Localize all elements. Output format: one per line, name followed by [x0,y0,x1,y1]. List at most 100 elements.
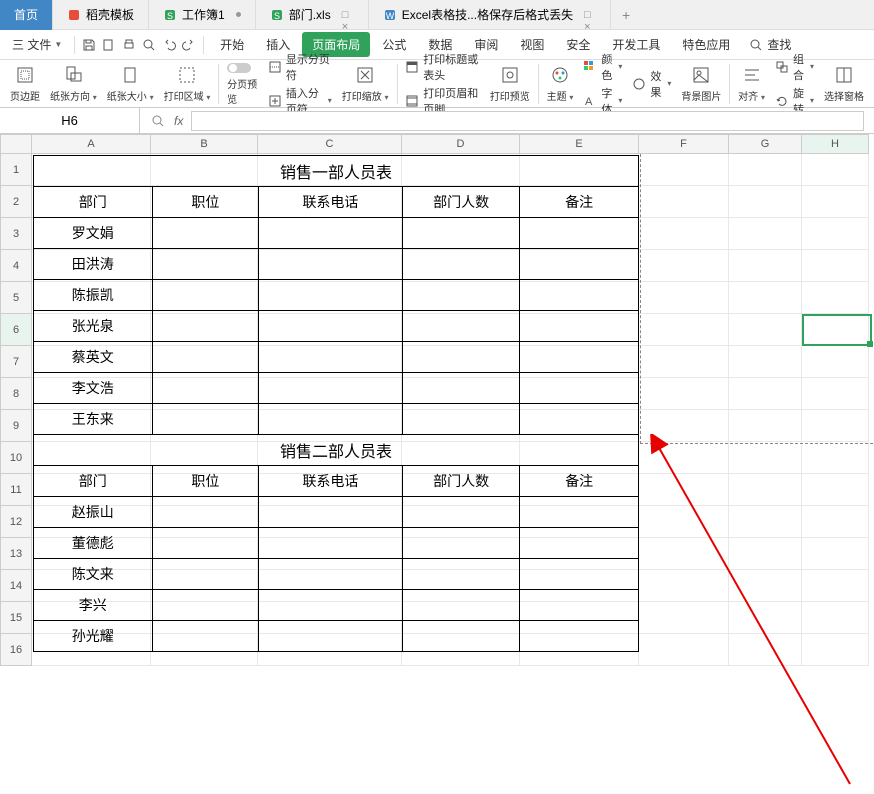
cell[interactable] [520,249,639,280]
cell[interactable] [259,404,403,435]
themes-button[interactable]: 主题 ▾ [543,62,578,105]
cell[interactable] [520,559,639,590]
cell[interactable] [520,280,639,311]
new-icon[interactable] [101,37,117,53]
th-note[interactable]: 备注 [520,466,639,497]
cell[interactable] [259,249,403,280]
grid-cell[interactable] [729,474,802,506]
size-button[interactable]: 纸张大小 ▾ [103,62,158,105]
grid-cell[interactable] [729,634,802,666]
row-header-12[interactable]: 12 [0,506,32,538]
print-preview-button[interactable]: 打印预览 [486,62,534,105]
row-header-8[interactable]: 8 [0,378,32,410]
th-pos[interactable]: 职位 [152,466,259,497]
grid-cell[interactable] [639,218,729,250]
cell[interactable] [520,218,639,249]
cell[interactable] [402,280,520,311]
grid-cell[interactable] [639,410,729,442]
grid-cell[interactable] [639,602,729,634]
file-menu[interactable]: 三 文件▼ [6,32,68,57]
cell[interactable] [259,218,403,249]
grid-cell[interactable] [729,186,802,218]
cell[interactable] [259,559,403,590]
cell[interactable] [152,404,259,435]
grid-cell[interactable] [802,154,869,186]
tab-template[interactable]: 稻壳模板 [53,0,149,30]
menu-start[interactable]: 开始 [210,32,254,57]
row-header-3[interactable]: 3 [0,218,32,250]
close-icon[interactable]: □ × [584,9,596,21]
cell[interactable] [259,342,403,373]
cell[interactable] [402,218,520,249]
selection-pane-button[interactable]: 选择窗格 [820,62,868,105]
cell[interactable] [520,621,639,652]
cell[interactable] [520,311,639,342]
name-box[interactable]: H6 [0,108,140,133]
cell[interactable] [402,311,520,342]
th-phone[interactable]: 联系电话 [259,466,403,497]
col-header-H[interactable]: H [802,134,869,154]
tab-workbook1[interactable]: S 工作簿1 [149,0,256,30]
cell[interactable]: 孙光耀 [34,621,153,652]
grid-cell[interactable] [729,442,802,474]
row-header-9[interactable]: 9 [0,410,32,442]
row-header-15[interactable]: 15 [0,602,32,634]
cell[interactable] [259,311,403,342]
grid-cell[interactable] [802,570,869,602]
cell[interactable] [152,311,259,342]
grid-cell[interactable] [729,218,802,250]
grid-cell[interactable] [639,154,729,186]
cell[interactable] [402,528,520,559]
row-header-13[interactable]: 13 [0,538,32,570]
th-pos[interactable]: 职位 [152,187,259,218]
print-area-button[interactable]: 打印区域 ▾ [160,62,215,105]
grid-cell[interactable] [639,282,729,314]
cell[interactable] [152,280,259,311]
formula-input[interactable] [191,111,864,131]
th-count[interactable]: 部门人数 [402,187,520,218]
grid-cell[interactable] [802,538,869,570]
cell[interactable] [402,404,520,435]
select-all-corner[interactable] [0,134,32,154]
grid-cell[interactable] [639,378,729,410]
grid-cell[interactable] [802,410,869,442]
show-page-break[interactable]: 显示分页符 [268,51,332,83]
orientation-button[interactable]: 纸张方向 ▾ [46,62,101,105]
cell[interactable] [402,249,520,280]
grid-cell[interactable] [802,314,869,346]
grid-cell[interactable] [639,506,729,538]
cell[interactable] [402,497,520,528]
print-scaling-button[interactable]: 打印缩放 ▾ [338,62,393,105]
grid-cell[interactable] [802,218,869,250]
toggle-page-break-view[interactable] [227,62,258,74]
grid-cell[interactable] [639,250,729,282]
grid-cell[interactable] [729,250,802,282]
cell[interactable] [402,621,520,652]
new-tab-button[interactable]: + [611,7,641,23]
grid-cell[interactable] [802,634,869,666]
th-note[interactable]: 备注 [520,187,639,218]
grid-cell[interactable] [639,186,729,218]
search-icon[interactable] [150,113,166,129]
cell[interactable] [259,590,403,621]
col-header-F[interactable]: F [639,134,729,154]
cell[interactable]: 王东来 [34,404,153,435]
group-button[interactable]: 组合 ▾ [775,51,814,83]
row-header-2[interactable]: 2 [0,186,32,218]
print-icon[interactable] [121,37,137,53]
cell[interactable] [259,621,403,652]
cell[interactable] [520,404,639,435]
menu-view[interactable]: 视图 [510,32,554,57]
cell[interactable]: 陈振凯 [34,280,153,311]
cell[interactable] [152,590,259,621]
grid-cell[interactable] [639,570,729,602]
grid-cell[interactable] [729,378,802,410]
grid-cell[interactable] [639,442,729,474]
cell[interactable] [520,497,639,528]
grid-cell[interactable] [729,346,802,378]
save-icon[interactable] [81,37,97,53]
row-header-16[interactable]: 16 [0,634,32,666]
grid-cell[interactable] [639,634,729,666]
cell[interactable] [402,342,520,373]
undo-icon[interactable] [161,37,177,53]
